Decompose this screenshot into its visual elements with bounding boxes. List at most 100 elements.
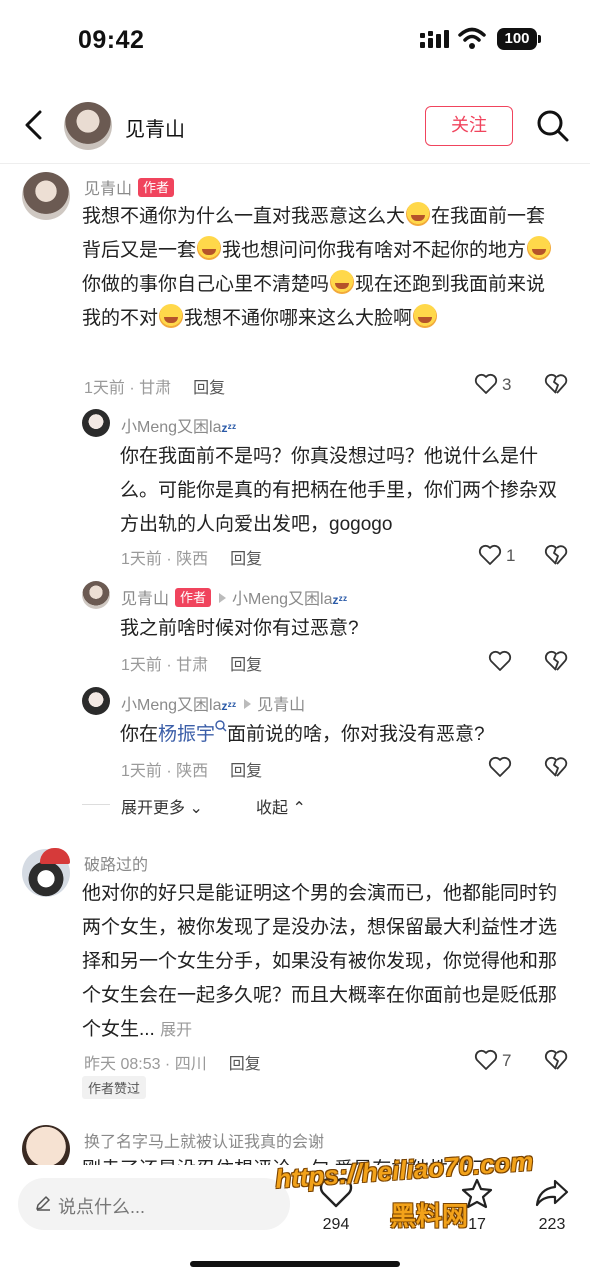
reply-body[interactable]: 你在我面前不是吗？你真没想过吗？他说什么是什么。可能你是真的有把柄在他手里，你们… <box>120 440 565 542</box>
author-tag: 作者 <box>175 588 212 607</box>
user-name[interactable]: 见青山 <box>125 113 185 142</box>
search-small-icon[interactable] <box>215 720 227 734</box>
chevron-up-icon: ⌃ <box>292 800 306 817</box>
reply-text: 你在 <box>120 724 159 745</box>
comment-time-location: 昨天 08:53 · 四川 <box>84 1056 207 1073</box>
laugh-cry-emoji-icon <box>406 202 431 226</box>
zzz-icon: zᶻᶻ <box>221 699 237 713</box>
heart-icon <box>474 1049 498 1070</box>
heart-icon <box>478 544 502 565</box>
follow-button[interactable]: 关注 <box>425 106 513 146</box>
expand-text-button[interactable]: 展开 <box>160 1022 192 1039</box>
like-button[interactable]: 1 <box>478 543 515 572</box>
zzz-icon: zᶻᶻ <box>221 421 237 435</box>
avatar[interactable] <box>82 687 110 715</box>
comment-user[interactable]: 破路过的 <box>84 851 148 875</box>
comment-user[interactable]: 见青山 作者 <box>84 175 175 199</box>
wifi-icon <box>458 27 486 49</box>
collapse-label: 收起 <box>256 800 289 817</box>
reply-user-name[interactable]: 见青山 <box>121 591 169 608</box>
user-avatar[interactable] <box>64 102 112 150</box>
like-button[interactable]: 3 <box>474 372 511 401</box>
comment-meta: 1天前 · 甘肃 回复 <box>84 374 225 398</box>
reply-button[interactable]: 回复 <box>230 657 262 674</box>
heart-icon[interactable] <box>488 755 512 779</box>
expand-more-label: 展开更多 <box>121 800 186 817</box>
reply-arrow-icon <box>219 593 227 603</box>
reply-user-name[interactable]: 小Meng又困la <box>121 697 221 714</box>
comment-user[interactable]: 换了名字马上就被认证我真的会谢 <box>84 1128 324 1152</box>
share-icon <box>535 1179 569 1207</box>
like-button[interactable]: 7 <box>474 1048 511 1077</box>
back-icon[interactable] <box>22 108 46 142</box>
reply-body[interactable]: 你在杨振宇 面前说的啥，你对我没有恶意? <box>120 718 565 752</box>
santa-hat-icon <box>40 848 70 864</box>
input-placeholder: 说点什么... <box>58 1197 146 1217</box>
reply-button[interactable]: 回复 <box>230 551 262 568</box>
reply-button[interactable]: 回复 <box>229 1056 261 1073</box>
comment-time-location: 1天前 · 甘肃 <box>84 380 172 397</box>
laugh-cry-emoji-icon <box>197 236 222 260</box>
reply-time-location: 1天前 · 甘肃 <box>121 657 209 674</box>
battery-icon: 100 <box>497 28 537 50</box>
author-liked-badge: 作者赞过 <box>82 1076 147 1099</box>
avatar[interactable] <box>82 581 110 609</box>
laugh-cry-emoji-icon <box>159 304 184 328</box>
broken-heart-icon[interactable] <box>543 1048 569 1072</box>
likes-count: 294 <box>322 1216 350 1233</box>
reply-time-location: 1天前 · 陕西 <box>121 763 209 780</box>
reply-button[interactable]: 回复 <box>193 380 225 397</box>
heart-icon <box>474 373 498 394</box>
broken-heart-icon[interactable] <box>543 649 569 673</box>
reply-text: 面前说的啥，你对我没有恶意? <box>227 724 485 745</box>
broken-heart-icon[interactable] <box>543 755 569 779</box>
mention-link[interactable]: 杨振宇 <box>158 724 215 745</box>
home-indicator <box>190 1261 400 1267</box>
status-bar: 09:42 100 <box>0 0 590 80</box>
chevron-down-icon: ⌄ <box>189 800 203 817</box>
reply-user[interactable]: 见青山 作者 小Meng又困lazᶻᶻ <box>121 585 347 609</box>
author-tag: 作者 <box>138 178 175 197</box>
comment-body[interactable]: 我想不通你为什么一直对我恶意这么大 在我面前一套背后又是一套 我也想问问你我有啥对不… <box>82 200 562 336</box>
reply-user[interactable]: 小Meng又困lazᶻᶻ 见青山 <box>121 691 305 715</box>
reply-button[interactable]: 回复 <box>230 763 262 780</box>
laugh-cry-emoji-icon <box>330 270 355 294</box>
reply-to-user[interactable]: 小Meng又困la <box>232 591 332 608</box>
avatar[interactable] <box>22 172 70 220</box>
broken-heart-icon[interactable] <box>543 372 569 396</box>
like-count: 1 <box>506 546 516 565</box>
watermark-logo: 黑料网 <box>390 1201 469 1231</box>
pen-icon <box>36 1196 50 1211</box>
reply-meta: 1天前 · 甘肃 回复 <box>121 651 262 675</box>
comment-user-name[interactable]: 见青山 <box>84 181 132 198</box>
reply-body[interactable]: 我之前啥时候对你有过恶意? <box>120 612 565 646</box>
reply-user-name[interactable]: 小Meng又困la <box>121 419 221 436</box>
reply-to-user[interactable]: 见青山 <box>257 697 305 714</box>
like-count: 3 <box>502 375 512 394</box>
nav-divider <box>0 163 590 164</box>
reply-meta: 1天前 · 陕西 回复 <box>121 545 262 569</box>
signal-icon <box>420 30 449 48</box>
search-icon[interactable] <box>536 109 570 143</box>
avatar[interactable] <box>82 409 110 437</box>
comment-text: 他对你的好只是能证明这个男的会演而已，他都能同时钓两个女生，被你发现了是没办法，… <box>82 883 558 1040</box>
comment-input[interactable]: 说点什么... <box>18 1178 290 1230</box>
comment-meta: 昨天 08:53 · 四川 回复 <box>84 1050 261 1074</box>
zzz-icon: zᶻᶻ <box>332 593 348 607</box>
collapse-button[interactable]: 收起 ⌃ <box>256 794 306 818</box>
reply-time-location: 1天前 · 陕西 <box>121 551 209 568</box>
laugh-cry-emoji-icon <box>527 236 552 260</box>
like-count: 7 <box>502 1051 512 1070</box>
top-nav: 见青山 关注 <box>0 96 590 158</box>
reply-arrow-icon <box>244 699 252 709</box>
reply-user[interactable]: 小Meng又困lazᶻᶻ <box>121 413 236 437</box>
broken-heart-icon[interactable] <box>543 543 569 567</box>
expand-more-button[interactable]: 展开更多 ⌄ <box>121 794 203 818</box>
thread-line <box>82 804 110 805</box>
reply-meta: 1天前 · 陕西 回复 <box>121 757 262 781</box>
share-action[interactable]: 223 <box>534 1177 570 1234</box>
comment-body[interactable]: 他对你的好只是能证明这个男的会演而已，他都能同时钓两个女生，被你发现了是没办法，… <box>82 877 562 1048</box>
battery-tip <box>538 35 541 43</box>
heart-icon[interactable] <box>488 649 512 673</box>
status-time: 09:42 <box>78 26 145 54</box>
